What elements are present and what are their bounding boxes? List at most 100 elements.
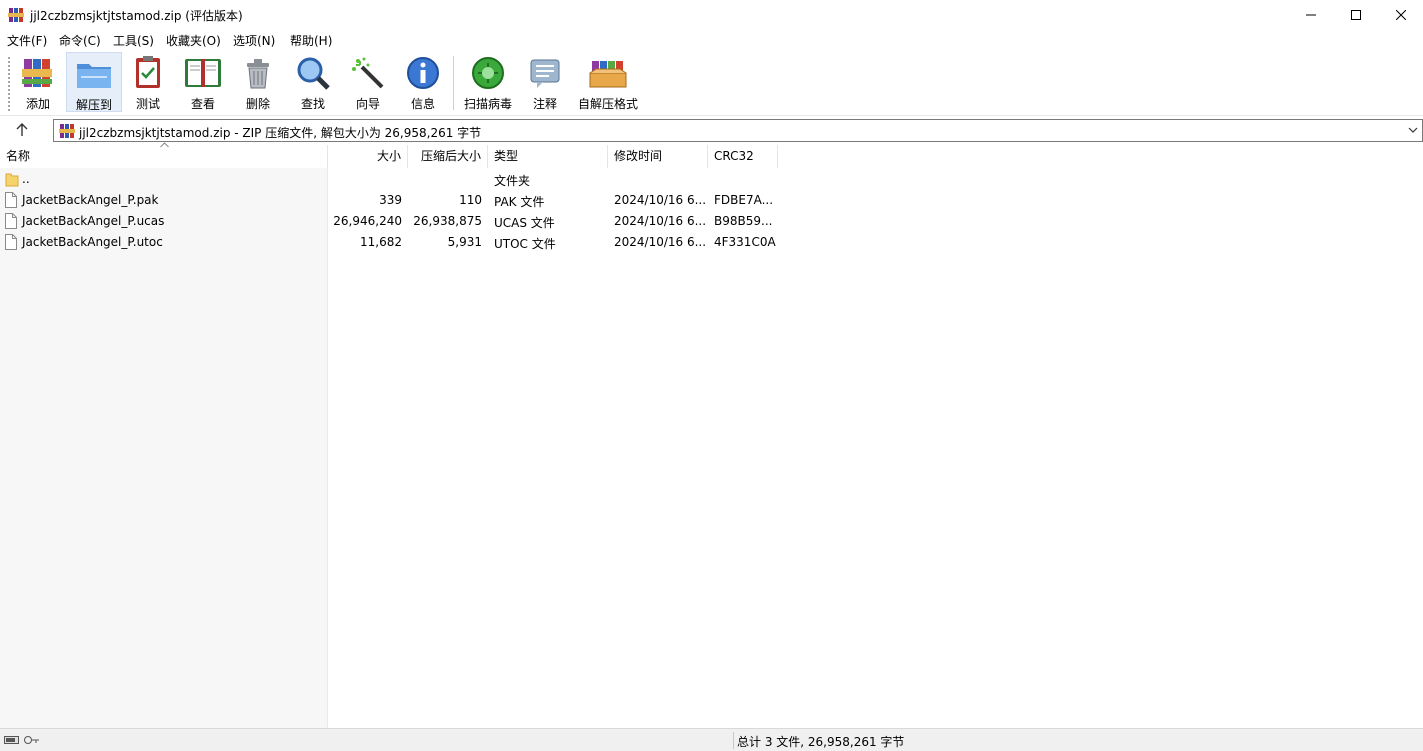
arrow-up-icon bbox=[16, 123, 28, 136]
extract-to-button[interactable]: 解压到 bbox=[66, 52, 122, 112]
sfx-label: 自解压格式 bbox=[577, 97, 638, 111]
title-bar: jjl2czbzmsjktjtstamod.zip (评估版本) bbox=[0, 0, 1423, 30]
row-name: JacketBackAngel_P.ucas bbox=[22, 214, 165, 228]
file-list-header: 名称 大小 压缩后大小 类型 修改时间 CRC32 bbox=[0, 142, 1423, 168]
path-text: jjl2czbzmsjktjtstamod.zip - ZIP 压缩文件, 解包… bbox=[79, 126, 482, 140]
row-type: 文件夹 bbox=[494, 174, 531, 188]
column-header-crc[interactable]: CRC32 bbox=[708, 145, 778, 168]
menu-help[interactable]: 帮助(H) bbox=[290, 32, 332, 49]
column-header-type[interactable]: 类型 bbox=[488, 145, 608, 168]
row-size: 26,946,240 bbox=[333, 214, 402, 228]
table-row[interactable]: JacketBackAngel_P.ucas 26,946,240 26,938… bbox=[0, 211, 800, 232]
file-icon bbox=[5, 192, 17, 208]
sfx-box-icon bbox=[589, 61, 627, 88]
row-type: UTOC 文件 bbox=[494, 237, 556, 251]
menu-file[interactable]: 文件(F) bbox=[7, 32, 47, 49]
add-label: 添加 bbox=[25, 97, 50, 111]
view-book-icon bbox=[185, 59, 221, 87]
folder-icon bbox=[5, 173, 19, 187]
winrar-app-icon bbox=[8, 8, 24, 22]
row-crc: FDBE7A... bbox=[714, 193, 774, 207]
up-folder-button[interactable] bbox=[10, 120, 34, 140]
comment-button[interactable]: 注释 bbox=[517, 52, 573, 112]
file-icon bbox=[5, 234, 17, 250]
sfx-button[interactable]: 自解压格式 bbox=[576, 52, 640, 112]
winrar-archive-icon bbox=[59, 124, 75, 138]
column-header-name[interactable]: 名称 bbox=[0, 142, 328, 168]
extract-folder-icon bbox=[77, 64, 111, 88]
row-modified: 2024/10/16 6... bbox=[614, 193, 707, 207]
column-size-label: 大小 bbox=[376, 149, 401, 163]
column-header-size[interactable]: 大小 bbox=[328, 145, 408, 168]
close-button[interactable] bbox=[1378, 0, 1423, 30]
drive-key-icon[interactable] bbox=[4, 734, 40, 746]
menu-commands[interactable]: 命令(C) bbox=[59, 32, 101, 49]
window-title: jjl2czbzmsjktjtstamod.zip (评估版本) bbox=[30, 9, 243, 23]
wizard-wand-icon bbox=[352, 57, 384, 89]
virus-scan-button[interactable]: 扫描病毒 bbox=[460, 52, 516, 112]
comment-label: 注释 bbox=[532, 97, 557, 111]
menu-tools[interactable]: 工具(S) bbox=[113, 32, 154, 49]
delete-label: 删除 bbox=[245, 97, 270, 111]
maximize-button[interactable] bbox=[1333, 0, 1379, 30]
add-button[interactable]: 添加 bbox=[10, 52, 66, 112]
view-label: 查看 bbox=[190, 97, 215, 111]
row-modified: 2024/10/16 6... bbox=[614, 235, 707, 249]
minimize-button[interactable] bbox=[1288, 0, 1334, 30]
row-type: UCAS 文件 bbox=[494, 216, 555, 230]
close-icon bbox=[1396, 10, 1406, 20]
row-name: JacketBackAngel_P.pak bbox=[22, 193, 159, 207]
row-name: .. bbox=[22, 172, 30, 186]
wizard-button[interactable]: 向导 bbox=[340, 52, 396, 112]
status-total: 总计 3 文件, 26,958,261 字节 bbox=[737, 735, 905, 749]
status-bar: 总计 3 文件, 26,958,261 字节 bbox=[0, 728, 1423, 751]
toolbar-separator bbox=[453, 56, 454, 110]
row-crc: 4F331C0A bbox=[714, 235, 776, 249]
test-label: 测试 bbox=[135, 97, 160, 111]
find-label: 查找 bbox=[300, 97, 325, 111]
column-crc-label: CRC32 bbox=[714, 149, 754, 163]
chevron-down-icon[interactable] bbox=[1408, 125, 1418, 135]
column-header-modified[interactable]: 修改时间 bbox=[608, 145, 708, 168]
maximize-icon bbox=[1351, 10, 1361, 20]
sort-ascending-icon bbox=[160, 142, 169, 148]
wizard-label: 向导 bbox=[355, 97, 380, 111]
comment-icon bbox=[530, 59, 560, 88]
column-packed-label: 压缩后大小 bbox=[420, 149, 481, 163]
table-row[interactable]: JacketBackAngel_P.utoc 11,682 5,931 UTOC… bbox=[0, 232, 800, 253]
delete-button[interactable]: 删除 bbox=[230, 52, 286, 112]
info-button[interactable]: 信息 bbox=[395, 52, 451, 112]
magnifier-icon bbox=[297, 57, 330, 90]
add-archive-icon bbox=[22, 59, 52, 87]
column-header-packed[interactable]: 压缩后大小 bbox=[408, 145, 488, 168]
test-button[interactable]: 测试 bbox=[120, 52, 176, 112]
view-button[interactable]: 查看 bbox=[175, 52, 231, 112]
extract-to-label: 解压到 bbox=[75, 98, 112, 112]
table-row[interactable]: JacketBackAngel_P.pak 339 110 PAK 文件 202… bbox=[0, 190, 800, 211]
toolbar: 添加 解压到 测试 查看 删除 查找 向导 信息 扫描病毒 注释 自解压格式 bbox=[0, 50, 1423, 116]
virus-scan-icon bbox=[472, 57, 504, 89]
row-size: 339 bbox=[379, 193, 402, 207]
row-packed: 26,938,875 bbox=[413, 214, 482, 228]
test-clipboard-icon bbox=[136, 56, 160, 88]
find-button[interactable]: 查找 bbox=[285, 52, 341, 112]
row-crc: B98B59... bbox=[714, 214, 773, 228]
info-icon bbox=[407, 57, 439, 89]
row-size: 11,682 bbox=[360, 235, 402, 249]
trash-icon bbox=[247, 59, 269, 89]
menu-options[interactable]: 选项(N) bbox=[233, 32, 275, 49]
menu-favorites[interactable]: 收藏夹(O) bbox=[166, 32, 221, 49]
menu-bar: 文件(F) 命令(C) 工具(S) 收藏夹(O) 选项(N) 帮助(H) bbox=[0, 30, 1423, 50]
address-bar: jjl2czbzmsjktjtstamod.zip - ZIP 压缩文件, 解包… bbox=[0, 117, 1423, 144]
column-type-label: 类型 bbox=[494, 149, 519, 163]
minimize-icon bbox=[1306, 14, 1316, 16]
row-name: JacketBackAngel_P.utoc bbox=[22, 235, 163, 249]
file-icon bbox=[5, 213, 17, 229]
path-combobox[interactable]: jjl2czbzmsjktjtstamod.zip - ZIP 压缩文件, 解包… bbox=[53, 119, 1423, 142]
row-packed: 5,931 bbox=[447, 235, 482, 249]
column-name-label: 名称 bbox=[6, 149, 31, 163]
column-modified-label: 修改时间 bbox=[614, 149, 663, 163]
info-label: 信息 bbox=[410, 97, 435, 111]
list-item-parent-folder[interactable]: .. 文件夹 bbox=[0, 169, 800, 190]
status-separator bbox=[733, 732, 734, 749]
